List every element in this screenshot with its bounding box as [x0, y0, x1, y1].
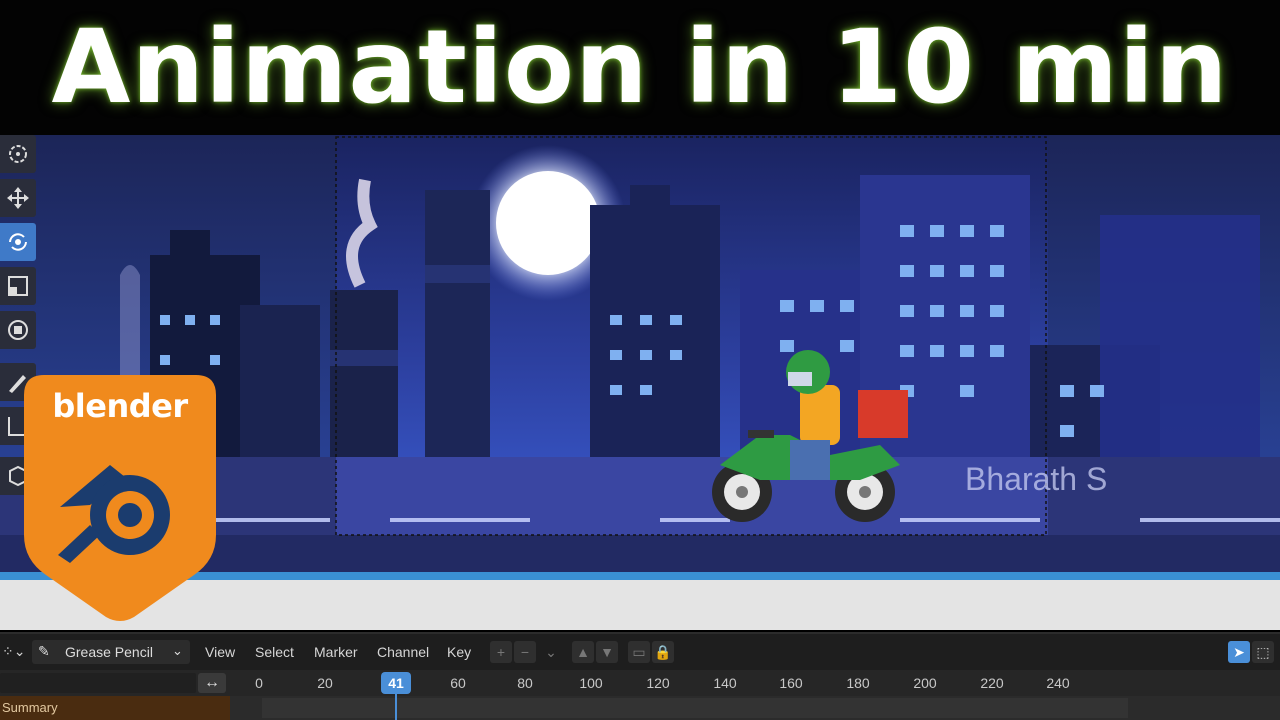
timeline-header: ⁘⌄ ✎ Grease Pencil ⌄ View Select Marker …: [0, 632, 1280, 672]
add-layer-icon[interactable]: +: [490, 641, 512, 663]
channel-search-field[interactable]: [0, 673, 196, 693]
tick-180: 180: [846, 675, 870, 691]
dopesheet-area: Summary: [0, 696, 1280, 720]
scale-icon: [8, 276, 28, 296]
menu-view[interactable]: View: [205, 644, 235, 660]
watermark-text: Bharath S: [965, 461, 1107, 497]
timeline-ruler[interactable]: ↔ 0 20 41 60 80 100 120 140 160 180 200 …: [0, 670, 1280, 696]
move-icon: [7, 187, 29, 209]
tick-80: 80: [517, 675, 533, 691]
tick-140: 140: [713, 675, 737, 691]
chevron-down-icon: ⌄: [172, 643, 183, 658]
select-cursor-icon[interactable]: ➤: [1228, 641, 1250, 663]
tool-transform[interactable]: [0, 311, 36, 349]
tick-200: 200: [913, 675, 937, 691]
tick-100: 100: [579, 675, 603, 691]
pencil-icon: ✎: [38, 643, 50, 659]
cursor-icon: [9, 145, 27, 163]
menu-key[interactable]: Key: [447, 644, 471, 660]
tick-0: 0: [255, 675, 263, 691]
tick-160: 160: [779, 675, 803, 691]
channel-summary[interactable]: Summary: [0, 696, 230, 720]
tick-120: 120: [646, 675, 670, 691]
remove-layer-icon[interactable]: −: [514, 641, 536, 663]
transform-icon: [8, 320, 28, 340]
video-title: Animation in 10 min: [51, 8, 1229, 127]
menu-marker[interactable]: Marker: [314, 644, 358, 660]
tool-scale[interactable]: [0, 267, 36, 305]
menu-channel[interactable]: Channel: [377, 644, 429, 660]
video-title-banner: Animation in 10 min: [0, 0, 1280, 135]
mode-label: Grease Pencil: [65, 644, 153, 660]
mode-dropdown[interactable]: ✎ Grease Pencil ⌄: [32, 640, 190, 664]
blender-logo-text: blender: [52, 387, 188, 425]
keyframe-track[interactable]: [262, 698, 1128, 718]
tool-move[interactable]: [0, 179, 36, 217]
blender-logo: blender: [24, 375, 216, 623]
tool-cursor[interactable]: [0, 135, 36, 173]
sync-icon[interactable]: ↔: [198, 673, 226, 693]
rotate-icon: [9, 233, 27, 251]
chevron-down-icon[interactable]: ⌄: [540, 641, 562, 663]
tick-220: 220: [980, 675, 1004, 691]
box-select-icon[interactable]: ⬚: [1252, 641, 1274, 663]
tool-rotate[interactable]: [0, 223, 36, 261]
move-up-icon[interactable]: ▲: [572, 641, 594, 663]
menu-select[interactable]: Select: [255, 644, 294, 660]
tick-20: 20: [317, 675, 333, 691]
current-frame-indicator[interactable]: 41: [381, 672, 411, 694]
lock-icon[interactable]: 🔒: [652, 641, 674, 663]
tick-240: 240: [1046, 675, 1070, 691]
display-icon[interactable]: ▭: [628, 641, 650, 663]
tick-60: 60: [450, 675, 466, 691]
move-down-icon[interactable]: ▼: [596, 641, 618, 663]
playhead-line[interactable]: [395, 694, 397, 720]
editor-type-icon[interactable]: ⁘⌄: [2, 643, 25, 660]
